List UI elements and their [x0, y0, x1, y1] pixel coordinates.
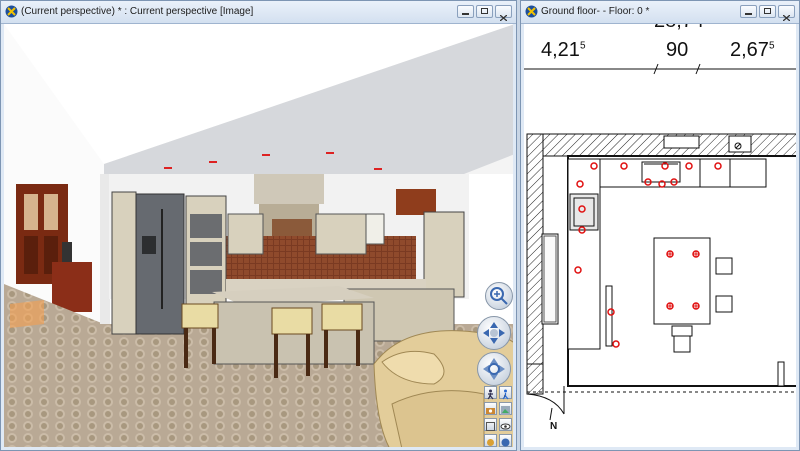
floorplan-titlebar[interactable]: Ground floor- - Floor: 0 * — [521, 1, 799, 24]
person-button[interactable] — [499, 386, 512, 400]
close-button[interactable] — [495, 5, 512, 22]
orbit-icon — [483, 358, 505, 380]
floor-plan[interactable] — [524, 24, 796, 447]
walk-icon — [487, 389, 494, 400]
floorplan-window[interactable]: Ground floor- - Floor: 0 * 28,74 4,215 9… — [520, 0, 800, 451]
zoom-icon — [490, 287, 508, 305]
perspective-title: (Current perspective) * : Current perspe… — [21, 6, 254, 17]
help-icon — [501, 438, 510, 447]
minimize-button[interactable] — [740, 5, 757, 18]
close-button[interactable] — [778, 5, 795, 22]
north-label: N — [550, 421, 558, 432]
minimize-button[interactable] — [457, 5, 474, 18]
zoom-navigator[interactable] — [485, 282, 513, 310]
perspective-titlebar[interactable]: (Current perspective) * : Current perspe… — [1, 1, 516, 24]
person-icon — [502, 389, 509, 400]
app-icon — [5, 5, 18, 18]
kitchen-render[interactable] — [4, 24, 513, 447]
pan-icon — [483, 322, 505, 344]
camera-icon — [486, 408, 495, 414]
floorplan-title: Ground floor- - Floor: 0 * — [541, 6, 650, 17]
help-button[interactable] — [499, 434, 512, 447]
eye-icon — [500, 423, 511, 430]
perspective-viewport[interactable] — [4, 24, 513, 447]
frame-button[interactable] — [484, 418, 497, 431]
orbit-navigator[interactable] — [477, 352, 511, 386]
restore-button[interactable] — [476, 5, 493, 18]
walk-button[interactable] — [484, 386, 497, 400]
app-icon — [525, 5, 538, 18]
camera-button[interactable] — [484, 402, 497, 415]
floorplan-viewport[interactable]: 28,74 4,215 90 2,675 — [524, 24, 796, 447]
view-icon — [501, 406, 510, 415]
eye-button[interactable] — [499, 418, 512, 431]
pan-navigator[interactable] — [477, 316, 511, 350]
frame-icon — [486, 422, 495, 431]
perspective-window[interactable]: (Current perspective) * : Current perspe… — [0, 0, 517, 451]
gear-icon — [487, 439, 494, 446]
settings-button[interactable] — [484, 434, 497, 447]
restore-button[interactable] — [759, 5, 776, 18]
view-button[interactable] — [499, 402, 512, 415]
